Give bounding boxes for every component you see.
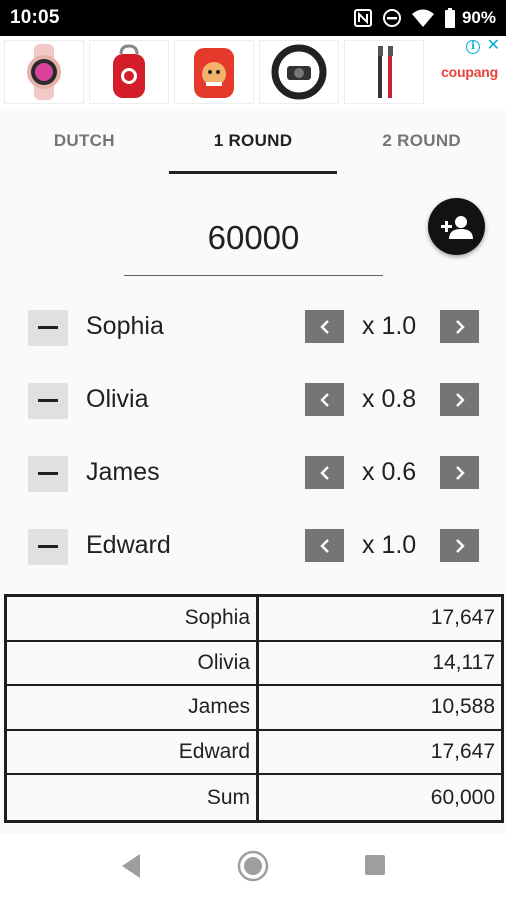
status-bar: 10:05 90% [0,0,506,36]
wifi-icon [411,8,435,28]
person-add-icon [440,215,473,239]
ad-info-icon[interactable]: i [466,40,480,54]
table-row-sum: Sum 60,000 [7,775,501,820]
do-not-disturb-icon [382,8,402,28]
increase-multiplier-button[interactable] [440,310,479,343]
person-row: Olivia x 0.8 [0,373,506,429]
chevron-right-icon [455,392,465,407]
status-icons: 90% [353,8,496,28]
back-icon[interactable] [118,852,144,885]
table-row: Edward 17,647 [7,730,501,776]
result-table: Sophia 17,647 Olivia 14,117 James 10,588… [4,594,504,823]
person-name: Sophia [86,312,164,340]
multiplier-value: x 0.6 [362,458,417,486]
amount-input[interactable] [124,200,383,276]
chevron-right-icon [455,538,465,553]
result-name: Sophia [7,597,259,640]
result-name: Edward [7,730,259,774]
ad-close-icon[interactable]: ✕ [487,38,500,54]
chevron-left-icon [319,465,329,480]
ad-brand-logo[interactable]: coupang [441,64,498,80]
multiplier-value: x 1.0 [362,312,417,340]
chevron-right-icon [455,319,465,334]
table-row: James 10,588 [7,686,501,731]
result-value: 10,588 [430,695,495,719]
home-icon[interactable] [237,850,269,887]
person-row: James x 0.6 [0,446,506,502]
ad-item-steering-wheel[interactable] [259,40,339,104]
system-nav-bar [0,834,506,900]
sum-label: Sum [7,775,259,820]
result-name: James [7,686,259,729]
decrease-multiplier-button[interactable] [305,383,344,416]
red-case-image [113,44,145,98]
chevron-left-icon [319,319,329,334]
table-row: Sophia 17,647 [7,597,501,642]
remove-person-button[interactable] [28,310,68,346]
increase-multiplier-button[interactable] [440,456,479,489]
remove-person-button[interactable] [28,383,68,419]
person-row: Edward x 1.0 [0,519,506,575]
person-name: Edward [86,531,171,559]
person-row: Sophia x 1.0 [0,300,506,356]
tab-dutch[interactable]: DUTCH [0,108,169,174]
multiplier-value: x 1.0 [362,531,417,559]
result-value: 17,647 [430,606,495,630]
chevron-left-icon [319,538,329,553]
ad-item-cartoon-case[interactable] [174,40,254,104]
smartwatch-image [27,44,61,100]
person-name: James [86,458,160,486]
tab-bar: DUTCH 1 ROUND 2 ROUND [0,108,506,174]
tab-2-round[interactable]: 2 ROUND [337,108,506,174]
decrease-multiplier-button[interactable] [305,529,344,562]
cable-image [378,46,393,98]
decrease-multiplier-button[interactable] [305,310,344,343]
result-value: 17,647 [430,740,495,764]
status-time: 10:05 [10,7,60,28]
increase-multiplier-button[interactable] [440,529,479,562]
sum-value: 60,000 [430,785,495,809]
remove-person-button[interactable] [28,529,68,565]
result-value: 14,117 [432,650,495,674]
recents-icon[interactable] [364,854,386,881]
steering-wheel-image [271,44,327,100]
ad-item-red-case[interactable] [89,40,169,104]
chevron-right-icon [455,465,465,480]
ad-item-cable[interactable] [344,40,424,104]
increase-multiplier-button[interactable] [440,383,479,416]
battery-percent: 90% [461,8,496,27]
battery-icon [444,8,456,28]
ad-item-smartwatch[interactable] [4,40,84,104]
person-name: Olivia [86,385,149,413]
tab-1-round[interactable]: 1 ROUND [168,108,338,174]
remove-person-button[interactable] [28,456,68,492]
result-name: Olivia [7,641,259,685]
multiplier-value: x 0.8 [362,385,417,413]
chevron-left-icon [319,392,329,407]
ad-banner[interactable]: i ✕ coupang [0,36,506,108]
nfc-icon [353,8,373,28]
table-row: Olivia 14,117 [7,641,501,687]
add-person-button[interactable] [428,198,485,255]
decrease-multiplier-button[interactable] [305,456,344,489]
cartoon-case-image [194,48,234,98]
